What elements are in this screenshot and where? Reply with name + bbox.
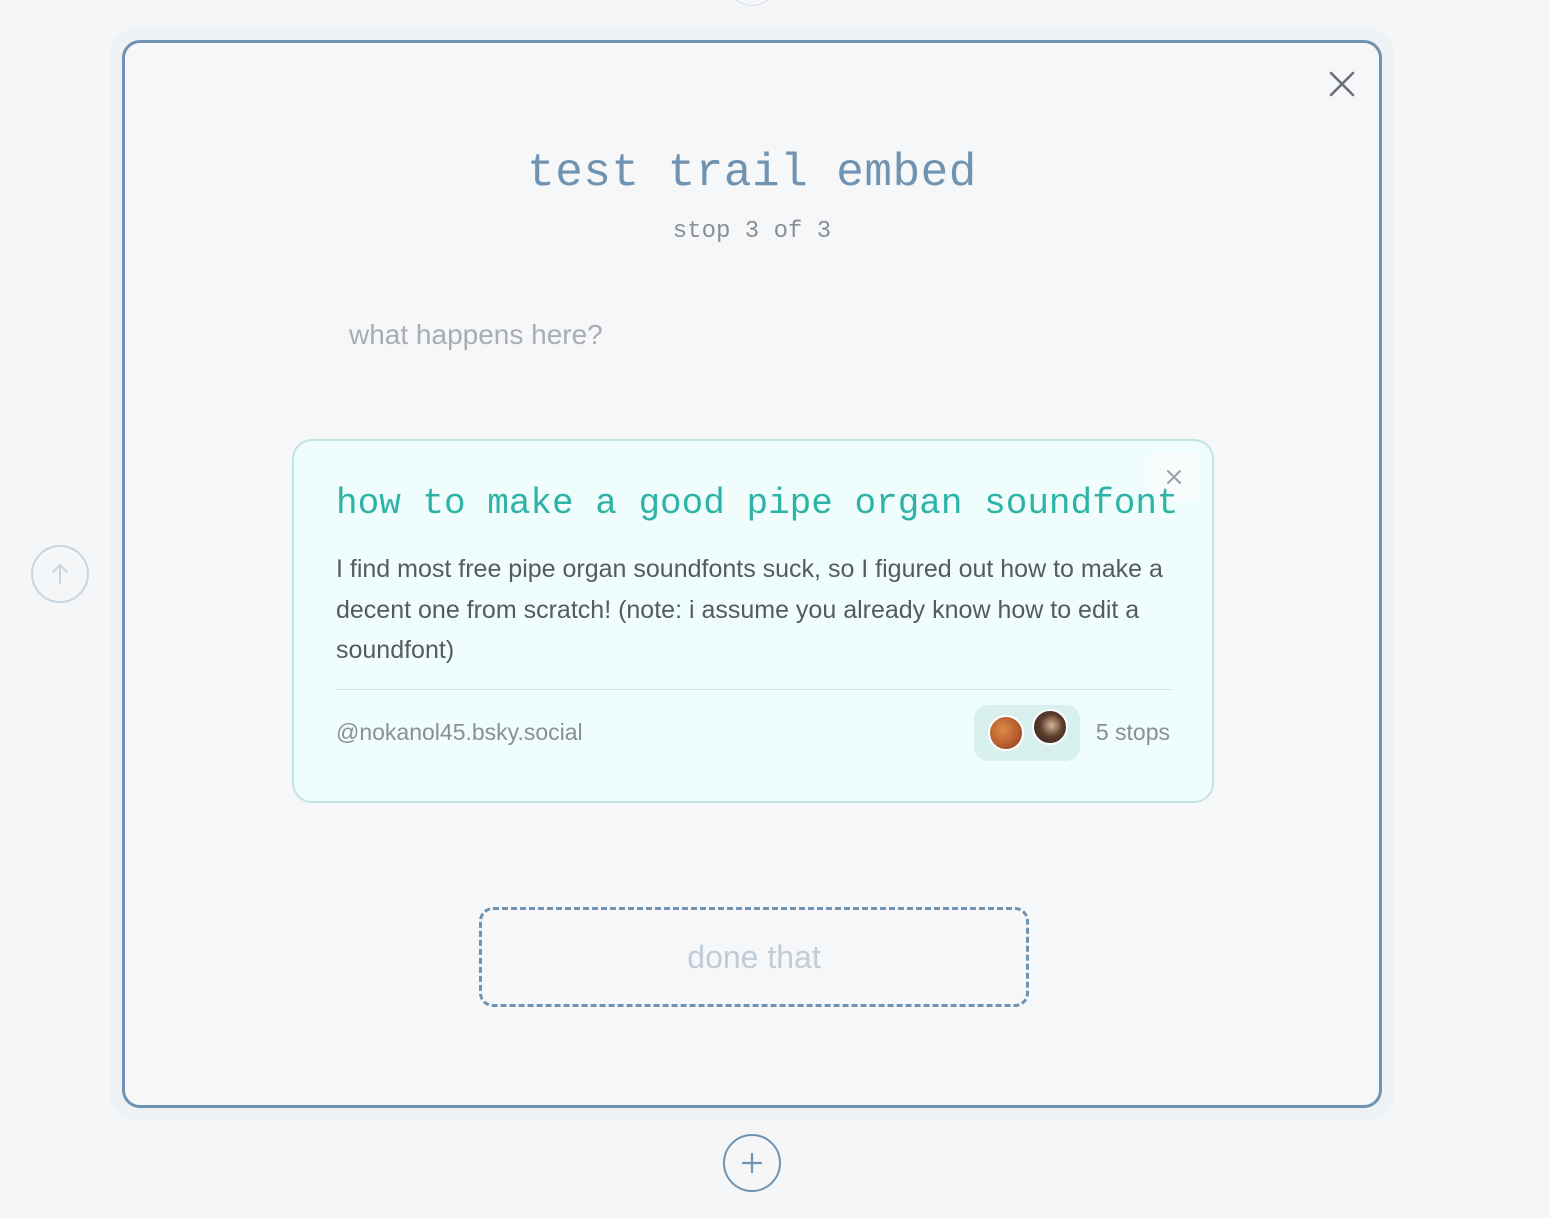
stop-count: 5 stops bbox=[1095, 719, 1170, 745]
close-icon bbox=[1329, 71, 1355, 97]
stop-editor-modal: test trail embed stop 3 of 3 how to make… bbox=[122, 40, 1382, 1108]
embed-card[interactable]: how to make a good pipe organ soundfont … bbox=[292, 439, 1214, 803]
plus-icon bbox=[741, 1152, 763, 1174]
previous-stop-connector bbox=[727, 0, 777, 6]
avatar-icon bbox=[1032, 709, 1068, 745]
trail-title: test trail embed bbox=[527, 147, 977, 199]
divider bbox=[336, 689, 1172, 690]
participant-avatars[interactable] bbox=[974, 705, 1080, 761]
scroll-up-button[interactable] bbox=[31, 545, 89, 603]
close-button[interactable] bbox=[1325, 67, 1359, 101]
add-stop-button[interactable] bbox=[723, 1134, 781, 1192]
avatar-icon bbox=[988, 715, 1024, 751]
arrow-up-icon bbox=[52, 564, 68, 584]
embed-title[interactable]: how to make a good pipe organ soundfont bbox=[336, 483, 1179, 524]
done-that-button[interactable]: done that bbox=[479, 907, 1029, 1007]
stop-description-input[interactable] bbox=[349, 313, 1109, 357]
embed-description: I find most free pipe organ soundfonts s… bbox=[336, 555, 1163, 664]
stop-progress: stop 3 of 3 bbox=[672, 218, 832, 245]
embed-author[interactable]: @nokanol45.bsky.social bbox=[336, 719, 583, 746]
